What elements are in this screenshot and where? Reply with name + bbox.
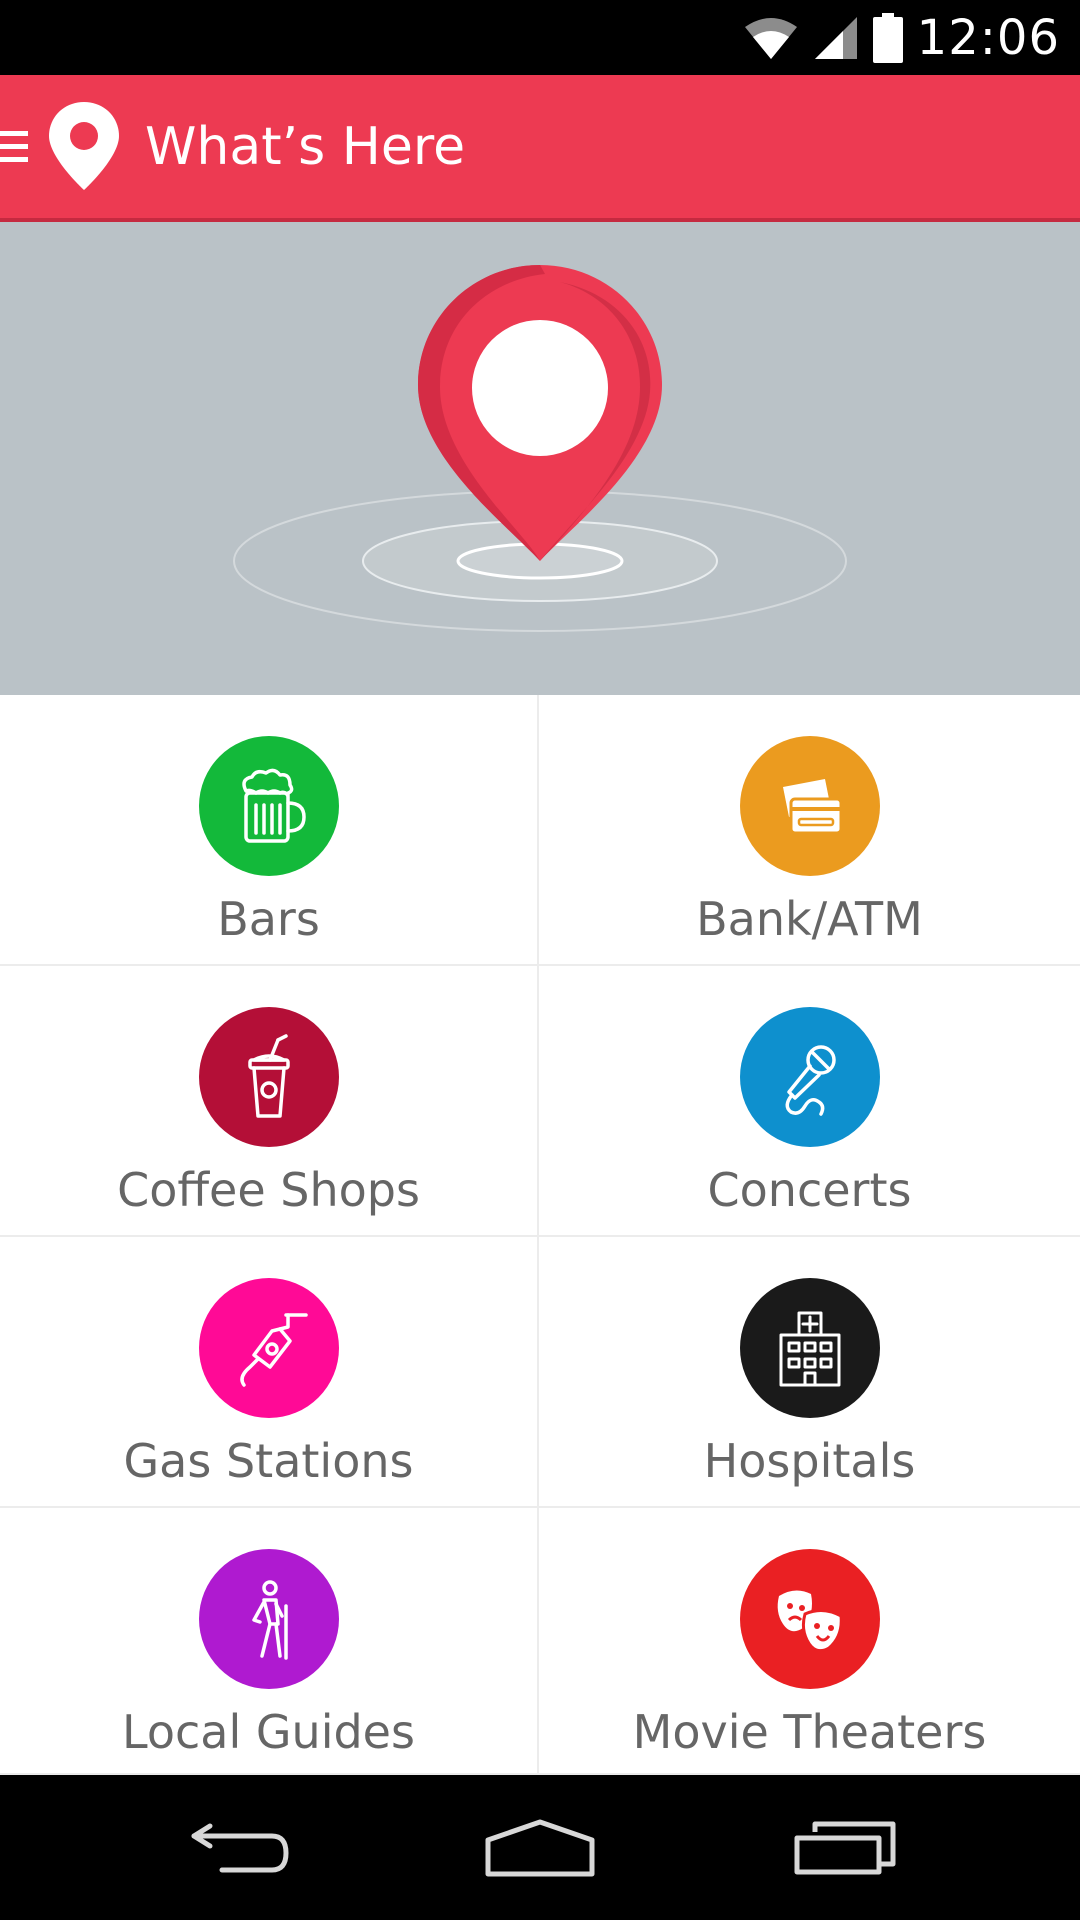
fuel-nozzle-icon: [198, 1278, 339, 1418]
theater-masks-icon: [739, 1549, 880, 1689]
recents-icon[interactable]: [745, 1775, 945, 1920]
status-icons: 12:06: [743, 0, 1060, 75]
signal-icon: [814, 16, 857, 59]
category-tile-concerts[interactable]: Concerts: [539, 966, 1080, 1237]
category-label: Hospitals: [703, 1434, 916, 1488]
menu-icon[interactable]: [0, 127, 30, 167]
coffee-cup-icon: [198, 1007, 339, 1147]
wifi-icon: [744, 17, 797, 59]
home-icon[interactable]: [440, 1775, 640, 1920]
back-icon[interactable]: [140, 1775, 340, 1920]
battery-icon: [872, 12, 903, 63]
category-label: Bars: [217, 892, 320, 946]
status-time: 12:06: [916, 9, 1060, 66]
hospital-icon: [739, 1278, 880, 1418]
map-pin-icon: [47, 100, 121, 192]
category-tile-bars[interactable]: Bars: [0, 695, 539, 966]
microphone-icon: [739, 1007, 880, 1147]
hero-banner: [0, 222, 1080, 695]
hiker-icon: [198, 1549, 339, 1689]
system-nav-bar: [0, 1775, 1080, 1920]
category-label: Coffee Shops: [117, 1163, 420, 1217]
status-bar: 12:06: [0, 0, 1080, 75]
app-title: What’s Here: [145, 117, 466, 177]
category-tile-local-guides[interactable]: Local Guides: [0, 1508, 539, 1775]
category-tile-bank-atm[interactable]: Bank/ATM: [539, 695, 1080, 966]
category-tile-gas-stations[interactable]: Gas Stations: [0, 1237, 539, 1508]
category-label: Movie Theaters: [632, 1705, 987, 1759]
category-tile-movie-theaters[interactable]: Movie Theaters: [539, 1508, 1080, 1775]
beer-mug-icon: [198, 736, 339, 876]
category-label: Gas Stations: [123, 1434, 414, 1488]
location-pin-icon: [233, 265, 847, 632]
category-label: Local Guides: [122, 1705, 415, 1759]
credit-card-icon: [739, 736, 880, 876]
category-tile-hospitals[interactable]: Hospitals: [539, 1237, 1080, 1508]
category-grid: Bars Bank/ATM Coffee Shops Concerts Gas …: [0, 695, 1080, 1775]
category-label: Bank/ATM: [696, 892, 923, 946]
category-tile-coffee-shops[interactable]: Coffee Shops: [0, 966, 539, 1237]
category-label: Concerts: [707, 1163, 912, 1217]
